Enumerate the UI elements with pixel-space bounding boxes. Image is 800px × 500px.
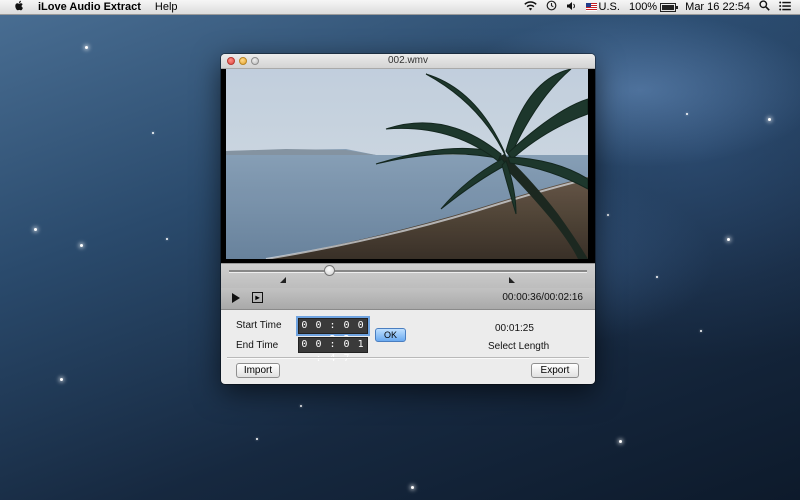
title-bar[interactable]: 002.wmv bbox=[221, 54, 595, 69]
app-name-menu[interactable]: iLove Audio Extract bbox=[38, 1, 141, 13]
star bbox=[60, 378, 63, 381]
input-source-label: U.S. bbox=[598, 1, 620, 13]
clock-date: Mar 16 bbox=[685, 1, 720, 13]
end-time-field[interactable]: 0 0 : 0 1 : 4 7 bbox=[298, 337, 368, 364]
star bbox=[700, 330, 702, 332]
star bbox=[166, 238, 168, 240]
star bbox=[80, 244, 83, 247]
star bbox=[607, 214, 609, 216]
video-frame bbox=[226, 69, 588, 259]
zoom-window-button[interactable] bbox=[251, 57, 259, 65]
divider bbox=[227, 357, 589, 359]
star bbox=[656, 276, 658, 278]
star bbox=[34, 228, 37, 231]
export-button[interactable]: Export bbox=[531, 363, 579, 378]
app-window: 002.wmv ▸ 00:00:36/00:02:16 Start Time 0… bbox=[221, 54, 595, 384]
battery-percent: 100% bbox=[628, 1, 658, 13]
timeline-scrubber[interactable] bbox=[221, 263, 595, 289]
star bbox=[256, 438, 258, 440]
star bbox=[727, 238, 730, 241]
import-button[interactable]: Import bbox=[236, 363, 280, 378]
transport-bar: ▸ 00:00:36/00:02:16 bbox=[221, 288, 595, 310]
star bbox=[85, 46, 88, 49]
select-length-label: Select Length bbox=[488, 341, 550, 352]
minimize-window-button[interactable] bbox=[239, 57, 247, 65]
us-flag-icon bbox=[585, 3, 597, 12]
star bbox=[768, 118, 771, 121]
clock[interactable]: Mar 16 22:54 bbox=[685, 1, 750, 13]
end-marker-handle[interactable] bbox=[509, 277, 515, 283]
select-length-value: 00:01:25 bbox=[495, 323, 534, 334]
video-preview bbox=[221, 69, 595, 263]
menu-bar: iLove Audio Extract Help U.S. 100% Mar 1… bbox=[0, 0, 800, 15]
play-button[interactable] bbox=[232, 293, 240, 303]
status-area: U.S. 100% Mar 16 22:54 bbox=[523, 0, 800, 14]
start-time-label: Start Time bbox=[236, 320, 282, 331]
window-title: 002.wmv bbox=[387, 55, 428, 66]
star bbox=[686, 113, 688, 115]
beach-scene-image bbox=[226, 69, 588, 259]
spotlight-search-icon[interactable] bbox=[759, 0, 770, 14]
time-machine-icon[interactable] bbox=[546, 0, 557, 14]
apple-logo-icon[interactable] bbox=[12, 0, 26, 15]
notification-center-icon[interactable] bbox=[779, 1, 791, 14]
close-window-button[interactable] bbox=[227, 57, 235, 65]
playhead-knob[interactable] bbox=[324, 265, 335, 276]
playback-time: 00:00:36/00:02:16 bbox=[502, 292, 583, 303]
play-selection-button[interactable]: ▸ bbox=[252, 292, 263, 303]
end-time-label: End Time bbox=[236, 340, 279, 351]
clock-time: 22:54 bbox=[722, 1, 750, 13]
wifi-icon[interactable] bbox=[523, 0, 537, 14]
star bbox=[619, 440, 622, 443]
start-marker-handle[interactable] bbox=[280, 277, 286, 283]
star bbox=[300, 405, 302, 407]
battery-level-fill bbox=[662, 4, 675, 10]
help-menu[interactable]: Help bbox=[155, 1, 178, 13]
battery-icon bbox=[660, 2, 679, 12]
ok-button[interactable]: OK bbox=[375, 328, 406, 342]
start-time-field[interactable]: 0 0 : 0 0 : 2 2 bbox=[298, 318, 368, 345]
timeline-track[interactable] bbox=[229, 265, 587, 276]
volume-icon[interactable] bbox=[566, 1, 577, 14]
battery-menu[interactable]: 100% bbox=[628, 1, 679, 13]
star bbox=[152, 132, 154, 134]
star bbox=[411, 486, 414, 489]
input-source-menu[interactable]: U.S. bbox=[585, 1, 620, 13]
